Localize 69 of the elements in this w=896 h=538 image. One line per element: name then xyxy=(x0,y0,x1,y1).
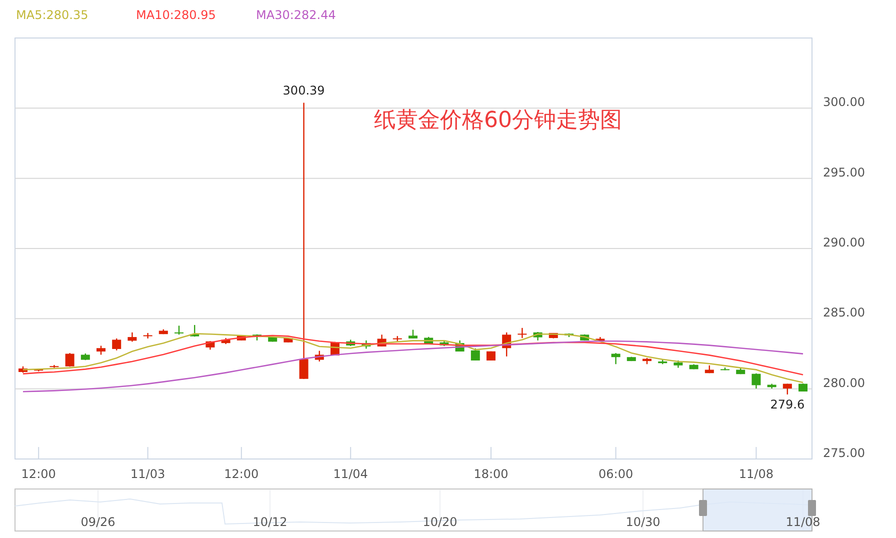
candlestick xyxy=(658,360,668,364)
axis-label: 11/03 xyxy=(130,467,166,481)
candlestick xyxy=(206,341,215,350)
value-label: 279.6 xyxy=(770,397,805,412)
axis-label: 11/08 xyxy=(738,467,774,481)
axis-label: 10/30 xyxy=(626,515,660,529)
candlestick xyxy=(611,353,620,364)
candlestick xyxy=(533,332,542,340)
candlestick xyxy=(236,336,246,340)
candlestick xyxy=(704,365,714,374)
axis-label: 10/12 xyxy=(252,515,288,529)
candlestick xyxy=(252,334,262,340)
candlestick xyxy=(284,338,293,342)
candlestick xyxy=(314,350,324,362)
axis-label: 18:00 xyxy=(474,467,508,481)
candlestick xyxy=(502,332,512,356)
axis-label: 300.00 xyxy=(823,95,865,110)
axis-label: 06:00 xyxy=(598,467,634,481)
candlestick xyxy=(752,373,761,389)
range-handle[interactable] xyxy=(699,500,707,516)
candlestick xyxy=(408,330,418,338)
candlestick xyxy=(518,328,527,338)
candlestick xyxy=(174,326,184,335)
axis-label: 12:00 xyxy=(224,467,259,481)
candlestick xyxy=(767,384,776,389)
candlestick xyxy=(720,368,730,370)
candlestick xyxy=(143,332,152,338)
candlestick xyxy=(626,356,636,362)
candlestick xyxy=(674,360,683,368)
axis-label: 11/08 xyxy=(786,515,820,529)
candlestick xyxy=(34,368,44,372)
legend-item[interactable]: MA30:282.44 xyxy=(256,8,376,22)
axis-label: 285.00 xyxy=(823,306,865,320)
candlestick xyxy=(440,341,449,346)
axis-label: 12:00 xyxy=(21,467,56,481)
axis-label: 275.00 xyxy=(823,446,865,460)
candlestick xyxy=(689,364,698,370)
candlestick xyxy=(190,324,200,337)
candlestick xyxy=(362,340,371,349)
legend-item[interactable]: MA10:280.95 xyxy=(136,8,256,22)
candlestick xyxy=(80,353,90,360)
range-handle[interactable] xyxy=(808,500,816,516)
axis-label: 280.00 xyxy=(823,376,865,390)
candlestick xyxy=(782,384,792,394)
candlestick xyxy=(346,340,356,346)
legend-item[interactable]: MA5:280.35 xyxy=(16,8,136,22)
candlestick xyxy=(158,329,168,334)
chart-title: 纸黄金价格60分钟走势图 xyxy=(374,108,622,133)
candlestick xyxy=(455,340,464,352)
candlestick xyxy=(642,358,652,364)
candlestick xyxy=(736,368,746,374)
axis-label: 295.00 xyxy=(823,165,865,180)
candlestick xyxy=(268,336,278,342)
candlestick xyxy=(50,364,59,368)
candlestick xyxy=(377,334,386,346)
candlestick xyxy=(596,337,605,341)
candlestick xyxy=(548,332,558,338)
axis-label: 11/04 xyxy=(333,467,368,481)
value-label: 300.39 xyxy=(282,84,325,98)
candlestick xyxy=(96,346,106,355)
axis-label: 09/26 xyxy=(80,515,116,529)
axis-label: 290.00 xyxy=(823,236,865,250)
axis-label: 10/20 xyxy=(422,515,458,529)
candlestick xyxy=(18,366,28,373)
candlestick xyxy=(128,332,137,342)
candlestick xyxy=(564,333,574,338)
candlestick xyxy=(580,334,590,340)
candlestick xyxy=(221,338,230,344)
candlestick xyxy=(112,338,122,350)
